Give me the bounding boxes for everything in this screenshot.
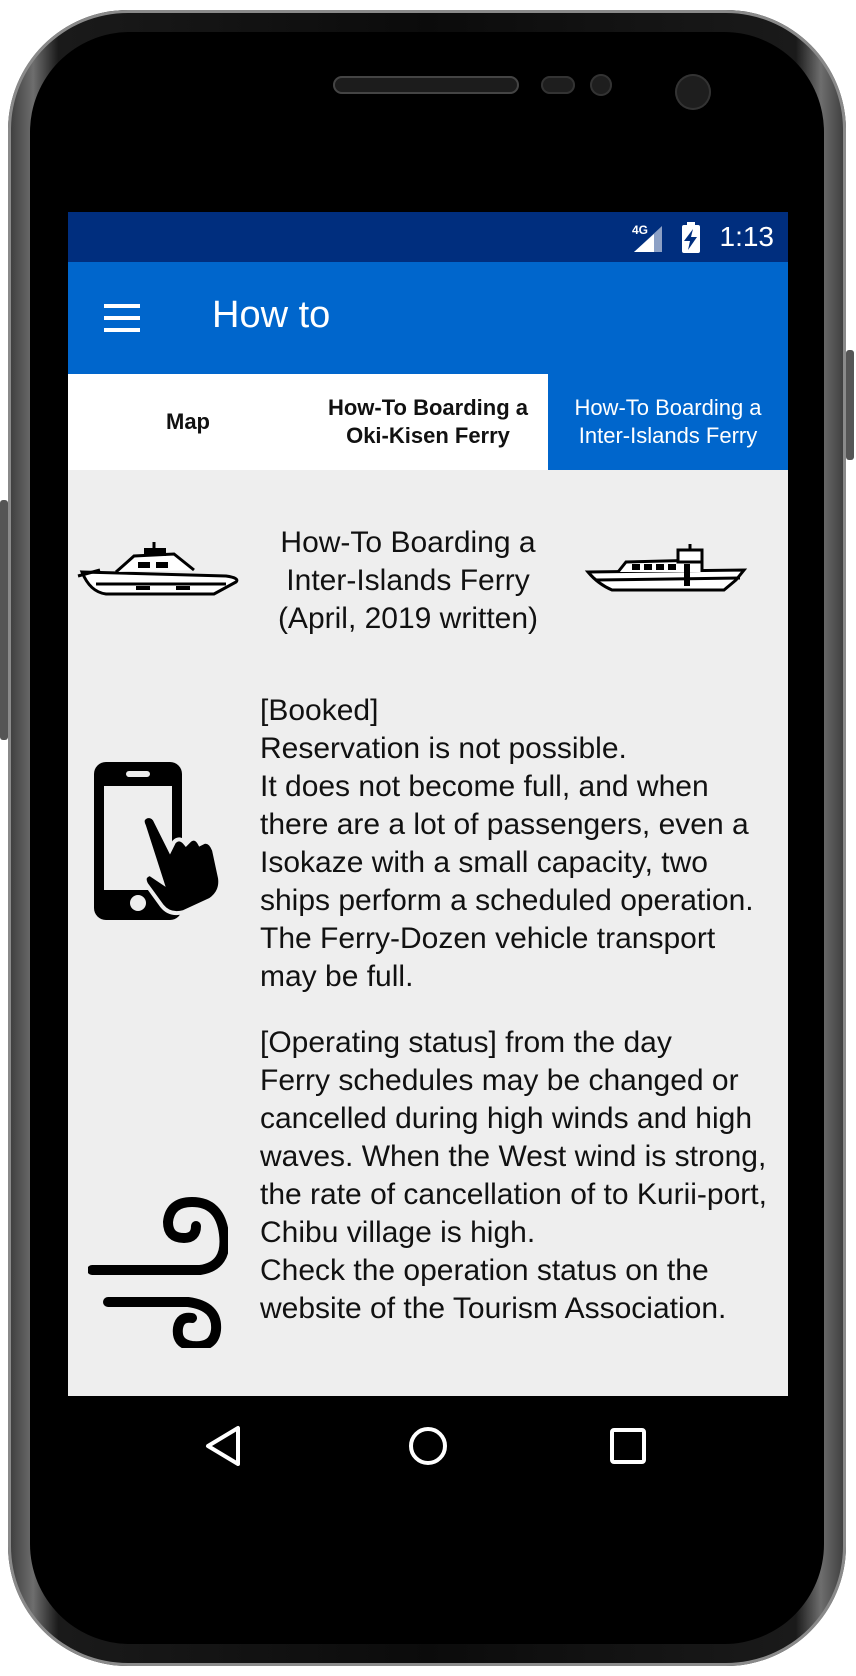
operating-status-section-text: [Operating status] from the day Ferry sc…	[260, 1024, 770, 1328]
content-header: How-To Boarding a Inter-Islands Ferry (A…	[68, 522, 788, 652]
light-sensor	[590, 74, 612, 96]
recents-icon[interactable]	[598, 1416, 658, 1476]
app-title: How to	[212, 294, 331, 336]
page-heading: How-To Boarding a Inter-Islands Ferry (A…	[277, 526, 539, 635]
screen: 4G 1:13 How to Map How-To Boarding a Oki…	[68, 212, 788, 1492]
booked-text-line: Reservation is not possible.	[260, 732, 627, 765]
booked-text-line: [Booked]	[260, 694, 379, 727]
operating-status-text-line: Ferry schedules may be changed or cancel…	[260, 1064, 767, 1249]
smartphone-touch-icon	[94, 762, 222, 920]
network-type-label: 4G	[632, 223, 648, 237]
operating-status-text-line: Check the operation status on the websit…	[260, 1254, 727, 1325]
booked-text-line: It does not become full, and when there …	[260, 770, 754, 917]
proximity-sensor	[541, 76, 575, 94]
speedboat-icon	[77, 542, 239, 596]
tab-oki-kisen-ferry[interactable]: How-To Boarding a Oki-Kisen Ferry	[308, 374, 548, 470]
status-time: 1:13	[719, 221, 775, 252]
ferry-boat-icon	[584, 544, 748, 592]
tab-inter-islands-ferry[interactable]: How-To Boarding a Inter-Islands Ferry	[548, 374, 788, 470]
operating-status-text-line: [Operating status] from the day	[260, 1026, 672, 1059]
tab-bar: Map How-To Boarding a Oki-Kisen Ferry Ho…	[68, 374, 788, 470]
back-icon[interactable]	[194, 1416, 254, 1476]
tab-map[interactable]: Map	[68, 374, 308, 470]
content-area: How-To Boarding a Inter-Islands Ferry (A…	[68, 470, 788, 1492]
navigation-bar	[68, 1396, 788, 1494]
booked-text-line: The Ferry-Dozen vehicle transport may be…	[260, 922, 716, 993]
volume-button	[0, 500, 8, 740]
status-bar: 4G 1:13	[68, 212, 788, 262]
booked-section-text: [Booked] Reservation is not possible. It…	[260, 692, 770, 996]
earpiece-speaker	[333, 76, 519, 94]
signal-icon: 4G	[632, 222, 700, 253]
front-camera	[675, 74, 711, 110]
wind-icon	[88, 1196, 228, 1348]
power-button	[846, 350, 854, 460]
home-icon[interactable]	[398, 1416, 458, 1476]
battery-charging-icon	[682, 222, 700, 253]
hamburger-menu-icon[interactable]	[96, 292, 148, 344]
app-bar: How to	[68, 262, 788, 374]
